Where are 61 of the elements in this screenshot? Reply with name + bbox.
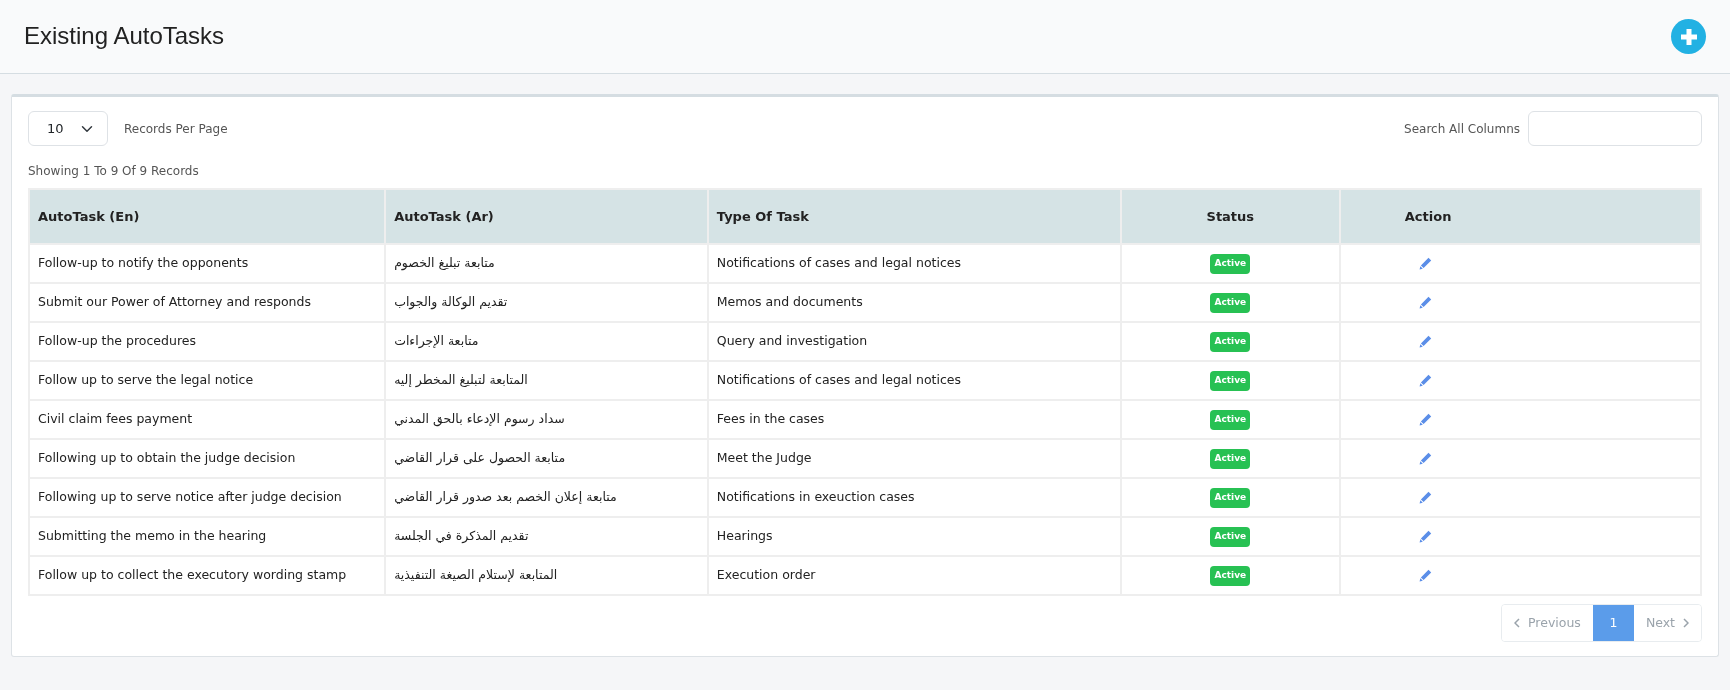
table-cell: Follow-up to notify the opponents bbox=[29, 244, 386, 283]
table-cell: Following up to obtain the judge decision bbox=[29, 439, 386, 478]
table-cell: Execution order bbox=[707, 556, 1121, 595]
edit-icon[interactable] bbox=[1418, 452, 1432, 466]
page-button[interactable]: 1 bbox=[1592, 605, 1634, 641]
table-cell: متابعة الحصول على قرار القاضي bbox=[385, 439, 708, 478]
search-field[interactable] bbox=[1528, 111, 1702, 146]
table-cell: Submitting the memo in the hearing bbox=[29, 517, 386, 556]
page-size-select[interactable]: 10 bbox=[28, 111, 108, 146]
column-header: AutoTask (Ar) bbox=[385, 189, 708, 244]
column-header: AutoTask (En) bbox=[29, 189, 386, 244]
table-cell: المتابعة لإستلام الصيغة التنفيذية bbox=[385, 556, 708, 595]
table-cell: Follow up to collect the executory wording stamp bbox=[29, 556, 386, 595]
chevron-right-icon bbox=[1683, 618, 1689, 628]
edit-icon[interactable] bbox=[1418, 374, 1432, 388]
edit-icon[interactable] bbox=[1418, 296, 1432, 310]
records-summary: Showing 1 To 9 Of 9 Records bbox=[28, 163, 200, 180]
table-cell: Civil claim fees payment bbox=[29, 400, 386, 439]
table-cell: Following up to serve notice after judge decision bbox=[29, 478, 386, 517]
table-cell: Meet the Judge bbox=[707, 439, 1121, 478]
edit-icon[interactable] bbox=[1418, 530, 1432, 544]
table-cell: Fees in the cases bbox=[707, 400, 1121, 439]
edit-icon[interactable] bbox=[1418, 569, 1432, 583]
table-cell: متابعة الإجراءات bbox=[385, 322, 708, 361]
status-badge: Active bbox=[1210, 488, 1251, 508]
table-cell: متابعة تبليغ الخصوم bbox=[385, 244, 708, 283]
edit-icon[interactable] bbox=[1418, 257, 1432, 271]
status-badge: Active bbox=[1210, 410, 1251, 430]
table-cell: Notifications in exeuction cases bbox=[707, 478, 1121, 517]
status-badge: Active bbox=[1210, 332, 1251, 352]
table-cell: Notifications of cases and legal notices bbox=[707, 244, 1121, 283]
table-cell: تقديم الوكالة والجواب bbox=[385, 283, 708, 322]
status-badge: Active bbox=[1210, 527, 1251, 547]
chevron-left-icon bbox=[1514, 618, 1521, 628]
table-cell: Follow up to serve the legal notice bbox=[29, 361, 386, 400]
page-size-label: Records Per Page bbox=[124, 120, 228, 138]
search-label: Search All Columns bbox=[1404, 120, 1520, 138]
column-header: Type Of Task bbox=[707, 189, 1121, 244]
table-cell: Follow-up the procedures bbox=[29, 322, 386, 361]
table-cell: تقديم المذكرة في الجلسة bbox=[385, 517, 708, 556]
edit-icon[interactable] bbox=[1418, 491, 1432, 505]
column-header: Status bbox=[1120, 189, 1340, 244]
edit-icon[interactable] bbox=[1418, 335, 1432, 349]
page-title: Existing AutoTasks bbox=[24, 22, 225, 51]
status-badge: Active bbox=[1210, 449, 1251, 469]
column-header: Action bbox=[1339, 189, 1701, 244]
table-cell: Query and investigation bbox=[707, 322, 1121, 361]
status-badge: Active bbox=[1210, 293, 1251, 313]
plus-icon bbox=[1679, 27, 1698, 46]
table-cell: Hearings bbox=[707, 517, 1121, 556]
table-cell: Notifications of cases and legal notices bbox=[707, 361, 1121, 400]
status-badge: Active bbox=[1210, 254, 1251, 274]
status-badge: Active bbox=[1210, 371, 1251, 391]
table-cell: المتابعة لتبليغ المخطر إليه bbox=[385, 361, 708, 400]
status-badge: Active bbox=[1210, 566, 1251, 586]
table-cell: Submit our Power of Attorney and responds bbox=[29, 283, 386, 322]
add-button[interactable] bbox=[1671, 19, 1706, 54]
table-cell: سداد رسوم الإدعاء بالحق المدني bbox=[385, 400, 708, 439]
table-cell: متابعة إعلان الخصم بعد صدور قرار القاضي bbox=[385, 478, 708, 517]
edit-icon[interactable] bbox=[1418, 413, 1432, 427]
table-cell: Memos and documents bbox=[707, 283, 1121, 322]
